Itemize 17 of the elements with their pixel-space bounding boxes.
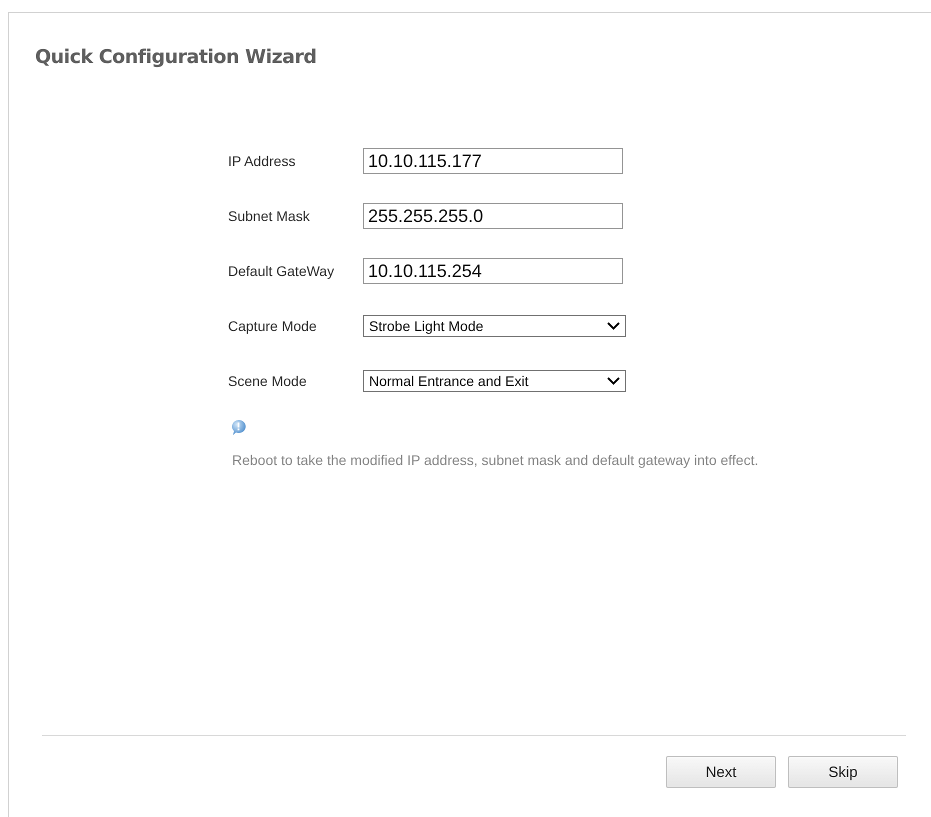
input-field[interactable]: 255.255.255.0 — [363, 203, 623, 229]
field-label: Subnet Mask — [228, 208, 311, 224]
input-field[interactable]: 10.10.115.254 — [363, 258, 623, 284]
wizard-button[interactable]: Skip — [788, 756, 898, 788]
info-icon — [230, 419, 247, 436]
caret-icon — [607, 377, 620, 385]
wizard-button[interactable]: Next — [666, 756, 776, 788]
field-label: Default GateWay — [228, 263, 336, 279]
field-label: Capture Mode — [228, 318, 318, 334]
wizard-title: Quick Configuration Wizard — [35, 46, 318, 68]
reboot-note: Reboot to take the modified IP address, subnet mask and default gateway into effect. — [232, 452, 760, 468]
input-field[interactable]: 10.10.115.177 — [363, 148, 623, 174]
caret-icon — [607, 322, 620, 330]
field-label: Scene Mode — [228, 373, 308, 389]
dropdown[interactable]: Normal Entrance and Exit — [363, 370, 626, 392]
field-label: IP Address — [228, 153, 296, 169]
dropdown[interactable]: Strobe Light Mode — [363, 315, 626, 337]
